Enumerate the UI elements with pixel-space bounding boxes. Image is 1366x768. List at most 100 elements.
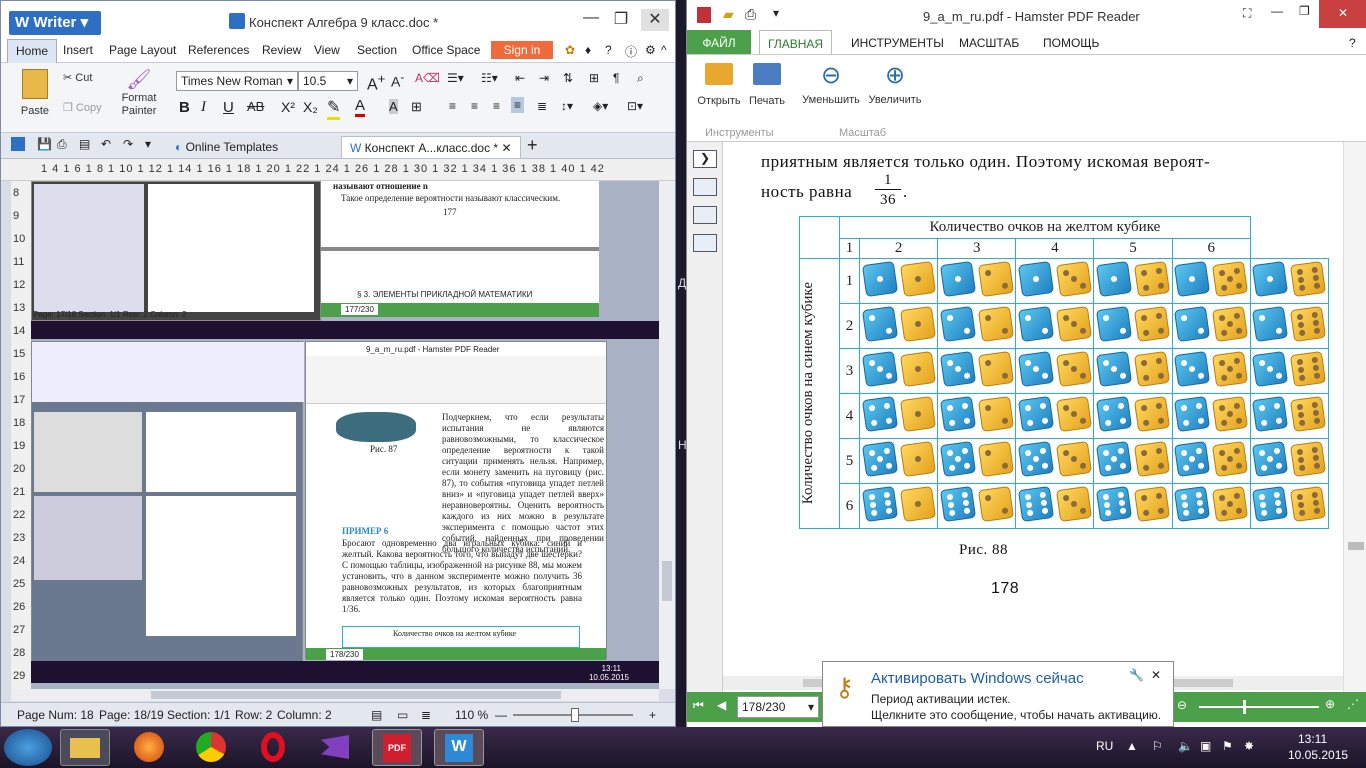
annotations-icon[interactable] <box>693 234 717 252</box>
taskbar-opera[interactable] <box>248 729 298 766</box>
network-icon[interactable]: ⚐ <box>1152 739 1163 753</box>
taskbar-visual-studio[interactable] <box>310 729 360 766</box>
char-shading-icon[interactable]: A <box>389 99 398 114</box>
page-number-box[interactable]: 178/230 ▾ <box>737 696 819 718</box>
language-indicator[interactable]: RU <box>1096 739 1113 753</box>
folder-icon[interactable]: ▰ <box>723 6 734 23</box>
hscroll-thumb[interactable] <box>151 691 561 699</box>
prev-page-icon[interactable]: ◀ <box>717 698 726 712</box>
close-button[interactable]: ✕ <box>641 9 669 31</box>
maximize-button[interactable]: ❐ <box>1299 4 1310 18</box>
taskbar-explorer[interactable] <box>60 729 110 766</box>
flag-icon[interactable]: ⚑ <box>1222 739 1233 753</box>
strikethrough-icon[interactable]: AB <box>247 99 264 114</box>
action-center-icon[interactable]: ✸ <box>1244 739 1254 753</box>
fullscreen-icon[interactable]: ⛶ <box>1243 6 1251 21</box>
expand-sidebar-icon[interactable]: ❯ <box>693 150 717 168</box>
signin-button[interactable]: Sign in <box>491 41 553 59</box>
pages-icon[interactable] <box>693 206 717 224</box>
clear-format-icon[interactable]: A⌫ <box>415 71 440 85</box>
close-button[interactable]: ✕ <box>1319 0 1366 28</box>
menu-review[interactable]: Review <box>262 43 301 57</box>
font-color-icon[interactable]: A <box>355 97 366 117</box>
grow-font-icon[interactable]: A+ <box>367 71 385 94</box>
clock-time[interactable]: 13:11 <box>1298 732 1327 746</box>
menu-references[interactable]: References <box>188 43 249 57</box>
tab-file[interactable]: ФАЙЛ <box>687 30 751 54</box>
zoom-out-icon[interactable]: — <box>495 708 507 722</box>
taskbar-firefox[interactable] <box>124 729 174 766</box>
pdf-zoom-slider[interactable] <box>1199 706 1319 708</box>
start-button[interactable] <box>4 729 52 766</box>
zoom-in-small-icon[interactable]: ⊕ <box>1325 697 1335 711</box>
font-name-box[interactable]: Times New Roman ▾ <box>176 71 298 91</box>
web-layout-icon[interactable]: ▭ <box>397 708 408 722</box>
numbering-icon[interactable]: ☷▾ <box>481 71 498 85</box>
menu-home[interactable]: Home <box>7 39 58 63</box>
pdf-page-view[interactable]: приятным является только один. Поэтому и… <box>723 142 1343 692</box>
paste-button[interactable]: Paste <box>15 69 55 117</box>
cut-button[interactable]: ✂ Cut <box>63 71 92 84</box>
subscript-icon[interactable]: X₂ <box>303 99 318 115</box>
print-icon[interactable]: ⎙ <box>745 6 756 23</box>
wrench-icon[interactable]: 🔧 <box>1129 668 1144 682</box>
underline-icon[interactable]: U <box>223 99 234 116</box>
outline-icon[interactable]: ≣ <box>421 708 431 722</box>
align-right-icon[interactable]: ≡ <box>493 99 500 113</box>
help-icon[interactable]: ? <box>1349 36 1356 50</box>
tab-zoom[interactable]: МАСШТАБ <box>959 36 1019 50</box>
devices-icon[interactable]: ▣ <box>1200 739 1211 753</box>
shading-icon[interactable]: ◈▾ <box>593 99 608 113</box>
taskbar-chrome[interactable] <box>186 729 236 766</box>
taskbar-writer[interactable]: W <box>434 729 484 766</box>
horizontal-scrollbar[interactable] <box>11 689 659 701</box>
align-left-icon[interactable]: ≡ <box>449 99 456 113</box>
show-marks-icon[interactable]: ¶ <box>613 71 619 85</box>
scroll-thumb[interactable] <box>662 561 672 601</box>
menu-office-space[interactable]: Office Space <box>412 43 480 57</box>
tab-main[interactable]: ГЛАВНАЯ <box>759 30 833 54</box>
menu-page-layout[interactable]: Page Layout <box>109 43 176 57</box>
close-icon[interactable]: ✕ <box>1151 668 1161 682</box>
help-icon[interactable]: ? <box>605 43 612 57</box>
pdf-zoom-thumb[interactable] <box>1243 700 1246 714</box>
undo-icon[interactable]: ↶ <box>101 137 111 151</box>
bullets-icon[interactable]: ☰▾ <box>447 71 464 85</box>
zoom-slider-thumb[interactable] <box>571 708 579 722</box>
vertical-scrollbar[interactable] <box>659 181 675 689</box>
justify-icon[interactable]: ≡ <box>511 97 525 113</box>
format-painter-button[interactable]: 🖌 Format Painter <box>117 67 161 118</box>
line-spacing-icon[interactable]: ↕▾ <box>561 99 573 113</box>
taskbar-pdf-reader[interactable]: PDF <box>372 729 422 766</box>
zoom-in-button[interactable]: ⊕ Увеличить <box>865 61 925 106</box>
minimize-button[interactable]: — <box>1271 4 1283 18</box>
maximize-button[interactable]: ❐ <box>607 9 635 31</box>
skin-icon[interactable]: ✿ <box>565 43 575 57</box>
zoom-in-icon[interactable]: + <box>649 708 656 722</box>
info-icon[interactable]: ⓘ <box>625 43 637 60</box>
bookmarks-icon[interactable] <box>693 178 717 196</box>
pdf-scroll-thumb[interactable] <box>1348 542 1364 550</box>
shrink-font-icon[interactable]: A- <box>391 71 404 90</box>
align-center-icon[interactable]: ≡ <box>471 99 478 113</box>
open-button[interactable]: Открыть <box>697 63 741 107</box>
redo-icon[interactable]: ↷ <box>123 137 133 151</box>
zoom-out-small-icon[interactable]: ⊖ <box>1177 698 1187 712</box>
menu-insert[interactable]: Insert <box>63 43 93 57</box>
copy-button[interactable]: ❐ Copy <box>63 101 102 114</box>
find-icon[interactable]: ⌕ <box>637 71 644 86</box>
tab-document[interactable]: W Конспект А...класс.doc * ✕ <box>341 136 521 158</box>
quick-access-icon[interactable]: ▾ <box>773 6 779 20</box>
collapse-ribbon-icon[interactable]: ^ <box>661 43 667 57</box>
save-icon[interactable]: 💾 <box>37 137 52 151</box>
tab-tools[interactable]: ИНСТРУМЕНТЫ <box>851 36 944 50</box>
menu-section[interactable]: Section <box>357 43 397 57</box>
customize-icon[interactable]: ▾ <box>145 137 151 151</box>
close-tab-icon[interactable]: ✕ <box>501 141 511 155</box>
font-size-box[interactable]: 10.5 ▾ <box>298 71 358 91</box>
highlight-icon[interactable]: ✎ <box>327 97 341 120</box>
print-button[interactable]: Печать <box>745 63 789 107</box>
shirt-icon[interactable]: ♦ <box>585 43 591 57</box>
superscript-icon[interactable]: X² <box>281 99 295 115</box>
table-icon[interactable]: ⊞ <box>589 71 599 85</box>
